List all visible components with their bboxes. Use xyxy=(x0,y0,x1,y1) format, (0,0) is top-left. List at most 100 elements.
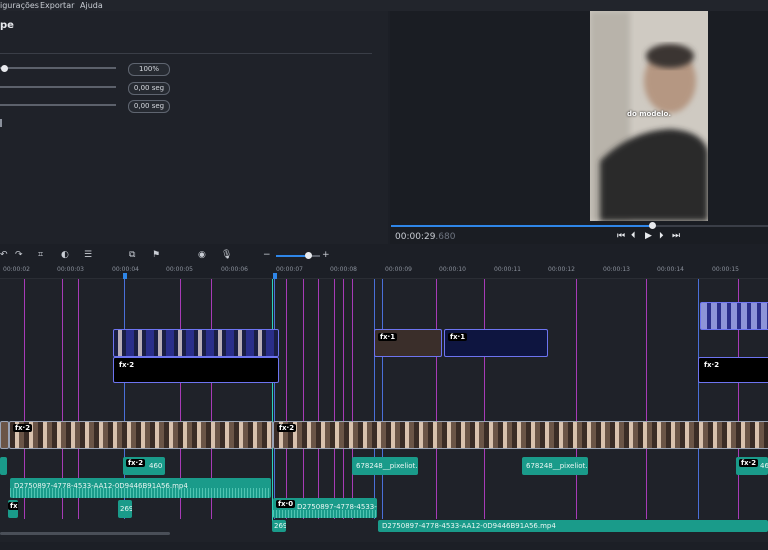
overlay-clip[interactable]: fx·1 xyxy=(374,329,442,357)
bottom-bar xyxy=(0,542,768,550)
fx-badge: fx xyxy=(8,502,18,510)
audio-clip[interactable]: fx·2 460 xyxy=(123,457,165,475)
ruler-label: 00:00:08 xyxy=(330,266,357,273)
ruler-label: 00:00:06 xyxy=(221,266,248,273)
clip-number: 269 xyxy=(120,505,132,513)
properties-panel xyxy=(0,11,388,244)
audio-clip[interactable] xyxy=(0,457,7,475)
next-frame-icon[interactable]: ⏵ xyxy=(659,231,664,241)
ruler-label: 00:00:09 xyxy=(385,266,412,273)
marker-line xyxy=(343,279,344,519)
playback-progress-knob[interactable] xyxy=(649,222,656,229)
horizontal-scrollbar[interactable] xyxy=(0,532,170,535)
audio-clip[interactable]: fx xyxy=(8,500,18,518)
menu-help[interactable]: Ajuda xyxy=(80,0,103,11)
menu-bar: igurações Exportar Ajuda xyxy=(0,0,768,11)
ruler-label: 00:00:12 xyxy=(548,266,575,273)
guide-line xyxy=(374,279,375,519)
effect-clip[interactable]: fx·2 xyxy=(113,357,279,383)
microphone-icon[interactable]: 🎙 xyxy=(221,250,232,260)
audio-clip[interactable]: fx·2 460 xyxy=(736,457,768,475)
ruler-label: 00:00:04 xyxy=(112,266,139,273)
slider-track-1[interactable] xyxy=(0,67,116,69)
checkbox-edge[interactable] xyxy=(0,119,2,127)
zoom-in-icon[interactable]: + xyxy=(322,250,330,260)
prev-frame-icon[interactable]: ⏴ xyxy=(631,231,636,241)
clip-filename: D2750897-4778-4533-AA12-0D9446B91A56.mp4 xyxy=(382,522,556,530)
skip-end-icon[interactable]: ⏭ xyxy=(672,231,680,241)
ruler-label: 00:00:10 xyxy=(439,266,466,273)
video-clip[interactable] xyxy=(0,421,9,449)
slider-knob-1[interactable] xyxy=(1,65,8,72)
marker-line xyxy=(436,279,437,519)
marker-line xyxy=(318,279,319,519)
fx-badge: fx·2 xyxy=(702,361,722,369)
playhead-line[interactable] xyxy=(272,279,273,529)
menu-export[interactable]: Exportar xyxy=(40,0,74,11)
fx-badge: fx·2 xyxy=(739,459,759,467)
ruler-label: 00:00:05 xyxy=(166,266,193,273)
fx-badge: fx·2 xyxy=(126,459,146,467)
slider-track-2[interactable] xyxy=(0,86,116,88)
play-icon[interactable]: ▶ xyxy=(645,231,652,241)
sound-clip[interactable]: 678248__pixeliot. xyxy=(522,457,588,475)
fx-badge: fx·2 xyxy=(277,424,297,432)
divider xyxy=(0,53,372,54)
marker-icon[interactable]: ⚑ xyxy=(152,250,160,260)
value-field-2[interactable]: 0,00 seg xyxy=(128,82,170,95)
skip-start-icon[interactable]: ⏮ xyxy=(617,231,625,241)
marker-line xyxy=(352,279,353,519)
guide-line xyxy=(698,279,699,519)
sound-clip[interactable]: 678248__pixeliot. xyxy=(352,457,418,475)
clip-filename: D2750897-4778-4533-AA12-0D9446B91A56.mp4 xyxy=(14,482,188,490)
clip-thumbnails xyxy=(114,330,278,356)
effect-clip[interactable]: fx·2 xyxy=(698,357,768,383)
marker-line xyxy=(484,279,485,519)
record-screen-icon[interactable]: ◉ xyxy=(198,250,206,260)
audio-track-clip[interactable]: D2750897-4778-4533-AA12-0D9446B91A56.mp4 xyxy=(10,478,271,498)
clip-filename: D2750897-4778-4533- xyxy=(297,503,377,511)
timeline-toolbar xyxy=(0,247,768,264)
fx-badge: fx·2 xyxy=(13,424,33,432)
clip-label: 678248__pixeliot. xyxy=(356,462,418,470)
ruler-label: 00:00:07 xyxy=(276,266,303,273)
fx-badge: fx·1 xyxy=(378,333,398,341)
marker-line xyxy=(286,279,287,519)
value-field-1[interactable]: 100% xyxy=(128,63,170,76)
clip-number: 460 xyxy=(149,462,163,470)
ruler-label: 00:00:11 xyxy=(494,266,521,273)
clip-label: 678248__pixeliot. xyxy=(526,462,588,470)
color-icon[interactable]: ◐ xyxy=(61,250,69,260)
timeline-tracks[interactable] xyxy=(0,279,768,542)
ruler-label: 00:00:15 xyxy=(712,266,739,273)
zoom-slider-knob[interactable] xyxy=(305,252,312,259)
ruler-label: 00:00:02 xyxy=(3,266,30,273)
value-field-3[interactable]: 0,00 seg xyxy=(128,100,170,113)
audio-track-clip[interactable]: D2750897-4778-4533-AA12-0D9446B91A56.mp4 xyxy=(378,520,768,532)
overlay-icon[interactable]: ⧉ xyxy=(129,250,135,260)
video-frame: do modelo. xyxy=(590,11,708,221)
ruler-label: 00:00:03 xyxy=(57,266,84,273)
audio-clip[interactable]: 269 xyxy=(272,520,286,532)
menu-settings[interactable]: igurações xyxy=(0,0,39,11)
video-clip[interactable]: fx·2 xyxy=(9,421,273,449)
redo-icon[interactable]: ↷ xyxy=(15,250,23,260)
waveform xyxy=(273,510,377,518)
playback-progress-fill xyxy=(391,225,652,227)
zoom-out-icon[interactable]: − xyxy=(263,250,271,260)
crop-icon[interactable]: ⌗ xyxy=(38,250,43,260)
overlay-clip[interactable] xyxy=(700,302,768,330)
marker-line xyxy=(303,279,304,519)
clip-number: 460 xyxy=(760,462,768,470)
adjust-icon[interactable]: ☰ xyxy=(84,250,92,260)
audio-clip[interactable]: 269 xyxy=(118,500,132,518)
audio-track-clip[interactable]: fx·0 D2750897-4778-4533- xyxy=(273,498,377,518)
preview-panel xyxy=(390,11,768,244)
overlay-clip[interactable]: fx·1 xyxy=(444,329,548,357)
overlay-clip[interactable] xyxy=(113,329,279,357)
slider-track-3[interactable] xyxy=(0,104,116,106)
ruler-label: 00:00:13 xyxy=(603,266,630,273)
video-clip[interactable]: fx·2 xyxy=(273,421,768,449)
undo-icon[interactable]: ↶ xyxy=(0,250,8,260)
marker-line xyxy=(646,279,647,519)
